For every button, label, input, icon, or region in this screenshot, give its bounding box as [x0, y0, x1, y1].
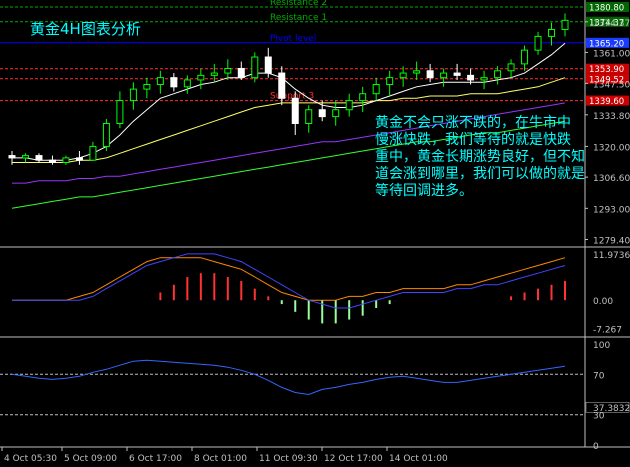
- price-tag-label: 1339.60: [589, 97, 624, 107]
- candle-body: [35, 155, 43, 161]
- candle-body: [359, 93, 367, 102]
- candle-body: [291, 97, 299, 125]
- candle-body: [102, 123, 110, 147]
- candle-body: [75, 157, 83, 161]
- candle: [251, 52, 259, 83]
- chart-background: [0, 0, 630, 467]
- candle-body: [534, 35, 542, 51]
- price-tick-label: 1361.00: [593, 49, 630, 59]
- candle-body: [210, 72, 218, 76]
- candle-body: [143, 84, 151, 90]
- rsi-tick-label: 70: [593, 371, 605, 381]
- candle-body: [183, 79, 191, 88]
- candle-body: [332, 109, 340, 118]
- candle-body: [494, 70, 502, 79]
- time-tick-label: 12 Oct 17:00: [324, 454, 383, 464]
- candle-body: [8, 155, 16, 159]
- candle-body: [453, 72, 461, 76]
- candle-body: [48, 159, 56, 163]
- candle-body: [21, 155, 29, 159]
- candle-body: [345, 100, 353, 111]
- time-tick-label: 8 Oct 01:00: [194, 454, 247, 464]
- price-tag-label: 1353.90: [589, 65, 624, 75]
- candle-body: [399, 72, 407, 79]
- time-tick-label: 11 Oct 09:30: [259, 454, 318, 464]
- candle-body: [372, 84, 380, 95]
- osc-tick-label: 0.00: [593, 297, 613, 307]
- candle-body: [467, 74, 475, 81]
- time-tick-label: 14 Oct 01:00: [389, 454, 448, 464]
- time-tick-label: 6 Oct 17:00: [129, 454, 182, 464]
- osc-tick-label: 11.9736: [593, 251, 630, 261]
- candle-body: [318, 109, 326, 118]
- level-label: Resistance 1: [270, 13, 327, 23]
- candle-body: [197, 74, 205, 81]
- candle-body: [62, 157, 70, 163]
- level-label: Resistance 2: [270, 0, 327, 8]
- candle-body: [129, 88, 137, 102]
- candle-body: [480, 77, 488, 81]
- candle: [102, 118, 110, 152]
- candle-body: [156, 77, 164, 86]
- time-tick-label: 5 Oct 09:00: [64, 454, 117, 464]
- candle-body: [237, 67, 245, 79]
- price-tick-label: 1347.50: [593, 80, 630, 90]
- price-tick-label: 1279.40: [593, 236, 630, 246]
- rsi-tick-label: 100: [593, 341, 610, 351]
- time-tick-label: 4 Oct 05:30: [4, 454, 57, 464]
- candle-body: [440, 72, 448, 79]
- price-tag-label: 1365.20: [589, 39, 624, 49]
- osc-tick-label: -7.267: [593, 325, 622, 335]
- candle-body: [507, 63, 515, 72]
- analysis-annotation: 黄金不会只涨不跌的，在牛市中 慢涨快跌，我们等待的就是快跌 重中，黄金长期涨势良…: [375, 115, 585, 199]
- candle-body: [264, 56, 272, 74]
- level-label: Pivot level: [270, 34, 316, 44]
- chart-title: 黄金4H图表分析: [30, 20, 141, 38]
- candle-body: [561, 19, 569, 31]
- candle-body: [413, 70, 421, 74]
- candle-body: [278, 72, 286, 99]
- candle-body: [116, 100, 124, 124]
- price-tick-label: 1374.37: [593, 19, 630, 29]
- rsi-tick-label: 30: [593, 412, 605, 422]
- candle-body: [224, 67, 232, 74]
- candle-body: [170, 77, 178, 88]
- price-tag-label: 1380.80: [589, 4, 624, 14]
- candle-body: [426, 70, 434, 79]
- candle-body: [89, 145, 97, 161]
- candle-body: [386, 77, 394, 86]
- candle-body: [548, 29, 556, 37]
- price-tick-label: 1293.00: [593, 205, 630, 215]
- candle-body: [251, 56, 259, 79]
- price-chart[interactable]: Resistance 2 1380.80 Resistance 1 1374.37 Pi…: [0, 0, 630, 467]
- candle-body: [521, 49, 529, 65]
- candle-body: [305, 109, 313, 125]
